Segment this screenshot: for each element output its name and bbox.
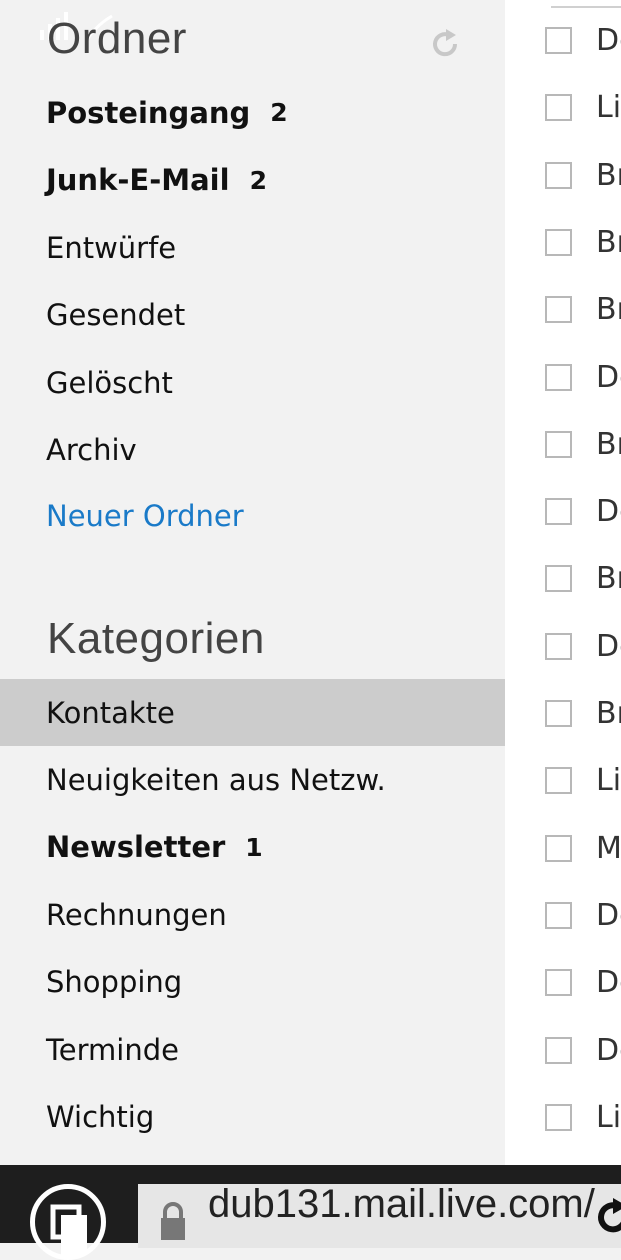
message-sender: De [596,494,621,530]
message-checkbox[interactable] [545,565,572,593]
message-checkbox[interactable] [545,969,572,997]
folder-item-2[interactable]: Entwürfe [0,214,505,281]
folder-pane: Ordner Posteingang 2 Junk-E-Mail 2 Entwürfe G… [0,0,505,1165]
address-bar[interactable]: dub131.mail.live.com/ [138,1182,621,1248]
message-checkbox[interactable] [545,1103,572,1131]
unread-count: 2 [249,165,267,195]
message-row[interactable]: De [505,494,621,565]
folders-title: Ordner [47,14,187,63]
folder-item-5-label: Archiv [46,433,137,467]
message-sender: Br [596,561,621,597]
message-checkbox[interactable] [545,632,572,660]
message-sender: Br [596,426,621,462]
category-item-1[interactable]: Neuigkeiten aus Netzw. [0,746,505,813]
message-sender: De [596,965,621,1001]
category-item-4-label: Shopping [46,965,183,1000]
message-row[interactable]: Br [505,427,621,498]
message-sender: Br [596,696,621,731]
message-checkbox[interactable] [545,767,572,795]
category-item-6[interactable]: Wichtig [0,1083,505,1150]
category-item-4[interactable]: Shopping [0,949,505,1016]
refresh-icon[interactable] [428,27,462,61]
folder-item-5[interactable]: Archiv [0,417,505,484]
message-checkbox[interactable] [545,834,572,862]
message-checkbox[interactable] [545,94,572,122]
category-item-0[interactable]: Kontakte [0,679,505,746]
message-list: De Lis Br Br Br De Br De Br De Br Lis M De De De Lis [505,0,621,1165]
category-item-6-label: Wichtig [46,1099,155,1134]
message-sender: De [596,23,621,58]
message-row[interactable]: Br [505,696,621,767]
message-sender: De [596,359,621,395]
message-sender: Lis [596,763,621,799]
message-checkbox[interactable] [545,228,572,256]
list-divider [551,6,621,8]
message-sender: De [596,1032,621,1068]
category-item-3-label: Rechnungen [46,897,227,932]
folder-item-0-label: Posteingang [46,95,251,130]
reload-icon[interactable] [593,1198,621,1238]
message-row[interactable]: Br [505,292,621,363]
unread-count: 1 [245,832,263,862]
message-sender: Lis [596,90,621,126]
message-checkbox[interactable] [545,1036,572,1064]
category-item-2-label: Newsletter [46,830,226,865]
message-row[interactable]: De [505,898,621,969]
category-item-2[interactable]: Newsletter 1 [0,814,505,881]
category-item-5-label: Terminde [46,1032,179,1067]
message-checkbox[interactable] [545,27,572,54]
message-checkbox[interactable] [545,498,572,526]
message-row[interactable]: De [505,360,621,431]
message-checkbox[interactable] [545,700,572,727]
message-row[interactable]: Lis [505,90,621,161]
url-text: dub131.mail.live.com/ [208,1182,595,1226]
folder-item-1-label: Junk-E-Mail [46,163,230,197]
unread-count: 2 [270,98,288,127]
message-checkbox[interactable] [545,901,572,929]
category-item-3[interactable]: Rechnungen [0,881,505,948]
message-sender: M [596,830,621,866]
message-sender: Br [596,157,621,193]
categories-title: Kategorien [47,614,265,663]
message-sender: De [596,897,621,933]
message-row[interactable]: De [505,629,621,700]
folder-item-0[interactable]: Posteingang 2 [0,79,505,146]
message-checkbox[interactable] [545,296,572,324]
new-folder-link[interactable]: Neuer Ordner [0,482,505,549]
message-sender: Br [596,292,621,328]
message-checkbox[interactable] [545,430,572,458]
message-checkbox[interactable] [545,363,572,391]
new-folder-label: Neuer Ordner [46,498,244,533]
tabs-icon[interactable] [30,1184,106,1260]
browser-bar: dub131.mail.live.com/ [0,1165,621,1260]
message-row[interactable]: M [505,831,621,902]
message-row[interactable]: Br [505,158,621,229]
message-row[interactable]: De [505,965,621,1036]
category-item-5[interactable]: Terminde [0,1016,505,1083]
message-row[interactable]: Br [505,561,621,632]
folder-item-3[interactable]: Gesendet [0,282,505,349]
folder-item-3-label: Gesendet [46,298,186,332]
message-row[interactable]: De [505,1033,621,1104]
message-row[interactable]: Lis [505,1100,621,1165]
category-item-1-label: Neuigkeiten aus Netzw. [46,762,386,797]
message-checkbox[interactable] [545,161,572,189]
message-row[interactable]: Lis [505,763,621,834]
message-row[interactable]: De [505,23,621,94]
message-sender: Br [596,224,621,260]
lock-icon [161,1202,185,1240]
folder-item-2-label: Entwürfe [46,230,177,265]
folder-item-4[interactable]: Gelöscht [0,349,505,416]
folder-item-1[interactable]: Junk-E-Mail 2 [0,147,505,214]
message-sender: De [596,628,621,664]
message-row[interactable]: Br [505,225,621,296]
folder-item-4-label: Gelöscht [46,365,173,400]
category-item-0-label: Kontakte [46,695,175,730]
message-sender: Lis [596,1099,621,1135]
